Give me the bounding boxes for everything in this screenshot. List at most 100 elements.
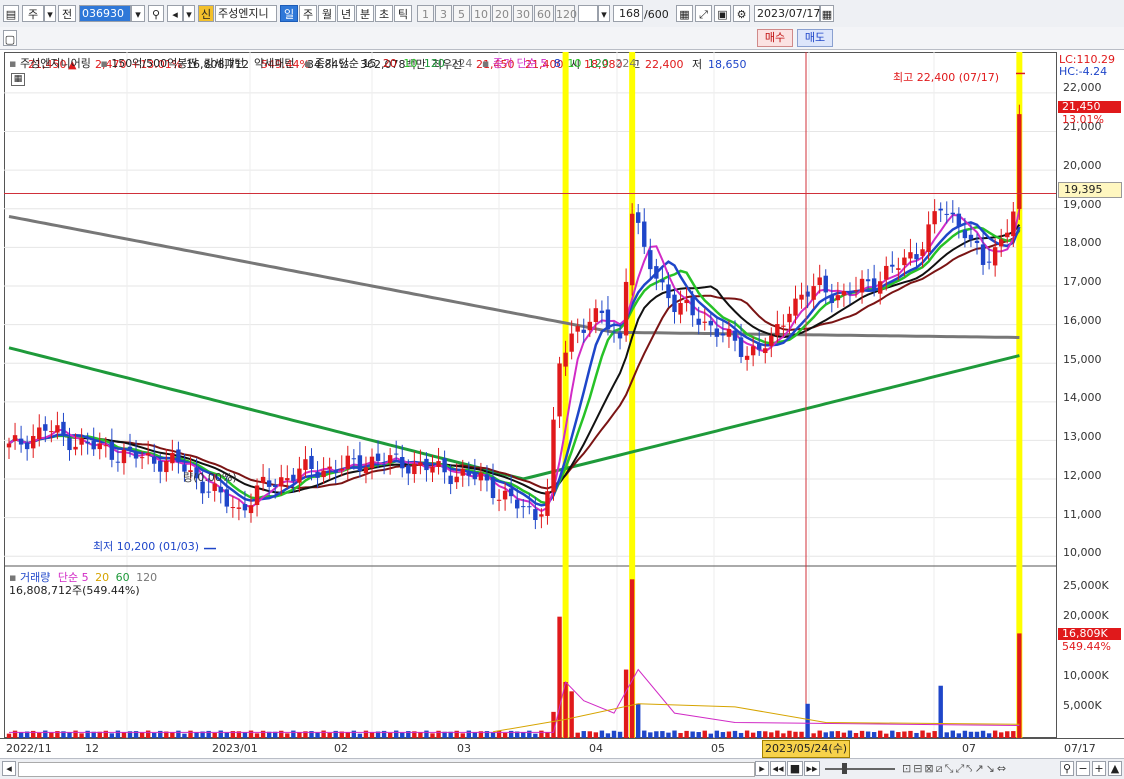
num-120[interactable]: 120 bbox=[555, 5, 577, 22]
horizontal-scrollbar[interactable] bbox=[18, 762, 755, 777]
speaker-dropdown-icon[interactable]: ▾ bbox=[183, 5, 195, 22]
date-axis[interactable]: 2022/11 12 2023/01 02 03 04 05 07 07/17 … bbox=[0, 738, 1124, 759]
period-second[interactable]: 초 bbox=[375, 5, 393, 22]
grid-icon[interactable]: ▦ bbox=[676, 5, 693, 22]
volume-bar bbox=[787, 730, 792, 738]
calculator-icon[interactable]: ▦ bbox=[11, 73, 25, 86]
candle-body bbox=[817, 277, 822, 285]
drawing-tools-icons[interactable]: ⊡⊟⊠⧄⤡⤢⤣↗↘⇔ bbox=[902, 762, 1008, 776]
buy-button[interactable]: 매수 bbox=[757, 29, 793, 47]
candle-body bbox=[515, 499, 520, 509]
num-20[interactable]: 20 bbox=[492, 5, 512, 22]
chevron-down-icon[interactable]: ▾ bbox=[44, 5, 56, 22]
zoom-in-icon[interactable]: + bbox=[1092, 761, 1106, 776]
candle-body bbox=[551, 419, 556, 493]
candle-body bbox=[599, 310, 605, 314]
code-dropdown-icon[interactable]: ▾ bbox=[131, 5, 145, 22]
candle-body bbox=[145, 453, 151, 456]
prev-button[interactable]: 전 bbox=[58, 5, 76, 22]
volume-bar bbox=[660, 731, 665, 738]
period-year[interactable]: 년 bbox=[337, 5, 355, 22]
count-input[interactable]: 168 bbox=[613, 5, 643, 22]
candle-body bbox=[85, 441, 90, 444]
chart-menu-icon[interactable]: ▤ bbox=[3, 5, 19, 22]
period-week[interactable]: 주 bbox=[299, 5, 317, 22]
price-volume-chart[interactable] bbox=[4, 52, 1056, 738]
y-tick: 15,000 bbox=[1063, 353, 1102, 366]
candle-body bbox=[133, 452, 139, 459]
candle-body bbox=[545, 491, 550, 516]
chart-area[interactable]: ▪ 주성엔지니어링 ▪ 150억/500억봉찐 강세패턴 약세패턴 ▪ 종가 단… bbox=[4, 52, 1056, 738]
custom-num-input[interactable] bbox=[578, 5, 598, 22]
scroll-right-icon[interactable]: ▸ bbox=[755, 761, 769, 776]
period-tick[interactable]: 틱 bbox=[394, 5, 412, 22]
candle-body bbox=[829, 295, 834, 304]
volume-bar bbox=[623, 669, 629, 738]
rewind-icon[interactable]: ◂◂ bbox=[770, 761, 786, 776]
volume-bar bbox=[890, 730, 895, 738]
calendar-icon[interactable]: ▦ bbox=[820, 5, 834, 22]
date-input[interactable]: 2023/07/17 bbox=[754, 5, 820, 22]
candle-body bbox=[575, 326, 580, 332]
chart-line-icon[interactable]: ⤢ bbox=[695, 5, 712, 22]
candle-body bbox=[327, 466, 332, 469]
save-icon[interactable]: ▣ bbox=[714, 5, 731, 22]
candle-body bbox=[811, 286, 816, 300]
zoom-out-icon[interactable]: − bbox=[1076, 761, 1090, 776]
stop-icon[interactable]: ■ bbox=[787, 761, 803, 776]
candle-body bbox=[769, 335, 774, 346]
volume-bar bbox=[496, 730, 502, 738]
num-5[interactable]: 5 bbox=[453, 5, 470, 22]
forward-icon[interactable]: ▸▸ bbox=[804, 761, 820, 776]
period-unit-select[interactable]: 주 bbox=[22, 5, 44, 22]
volume-bar bbox=[424, 730, 429, 738]
candle-body bbox=[974, 240, 980, 244]
gear-icon[interactable]: ⚙ bbox=[733, 5, 750, 22]
volume-bar bbox=[85, 730, 90, 738]
num-10[interactable]: 10 bbox=[471, 5, 491, 22]
candle-body bbox=[303, 459, 308, 470]
period-minute[interactable]: 분 bbox=[356, 5, 374, 22]
num-3[interactable]: 3 bbox=[435, 5, 452, 22]
zoom-slider-handle[interactable] bbox=[842, 763, 847, 774]
candle-body bbox=[472, 472, 478, 480]
low-annotation: 최저 10,200 (01/03) bbox=[93, 540, 200, 553]
pct-tag: 13.01% bbox=[1062, 113, 1104, 126]
price-axis[interactable]: LC:110.29 HC:-4.24 22,000 21,000 20,000 … bbox=[1056, 52, 1124, 738]
num-1[interactable]: 1 bbox=[417, 5, 434, 22]
candle-body bbox=[521, 506, 526, 508]
x-tick: 2023/01 bbox=[212, 742, 258, 755]
stock-code-input[interactable]: 036930 bbox=[79, 5, 131, 22]
candle-body bbox=[859, 278, 865, 293]
legend-ma2-p4: 224 bbox=[615, 57, 637, 70]
volume-bar bbox=[757, 731, 762, 738]
volume-bar bbox=[962, 730, 968, 738]
volume-bar bbox=[992, 730, 998, 738]
num-30[interactable]: 30 bbox=[513, 5, 533, 22]
zoom-slider[interactable] bbox=[825, 768, 895, 770]
vol-tick: 5,000K bbox=[1063, 699, 1102, 712]
new-badge[interactable]: 신 bbox=[198, 5, 214, 22]
volume-bar bbox=[527, 730, 532, 738]
num-60[interactable]: 60 bbox=[534, 5, 554, 22]
period-day[interactable]: 일 bbox=[280, 5, 298, 22]
legend-ma1-p3: 120 bbox=[423, 57, 445, 70]
candle-body bbox=[623, 281, 629, 336]
sell-button[interactable]: 매도 bbox=[797, 29, 833, 47]
magnify-icon[interactable]: ⚲ bbox=[1060, 761, 1074, 776]
custom-num-dropdown-icon[interactable]: ▾ bbox=[598, 5, 610, 22]
volume-bar bbox=[145, 730, 151, 738]
candle-body bbox=[454, 476, 459, 483]
candle-body bbox=[636, 212, 641, 223]
legend-ma2-p1: 8 bbox=[553, 57, 561, 70]
period-month[interactable]: 월 bbox=[318, 5, 336, 22]
scroll-left-icon[interactable]: ◂ bbox=[2, 761, 16, 776]
candle-body bbox=[648, 250, 653, 270]
candle-body bbox=[617, 332, 623, 339]
speaker-icon[interactable]: ◂ bbox=[167, 5, 183, 22]
volume-bar bbox=[980, 730, 986, 738]
triangle-icon[interactable]: ▲ bbox=[1108, 761, 1122, 776]
stock-name-field[interactable]: 주성엔지니 bbox=[215, 5, 277, 22]
quote-menu-icon[interactable]: ▢ bbox=[3, 30, 17, 46]
search-icon[interactable]: ⚲ bbox=[148, 5, 164, 22]
